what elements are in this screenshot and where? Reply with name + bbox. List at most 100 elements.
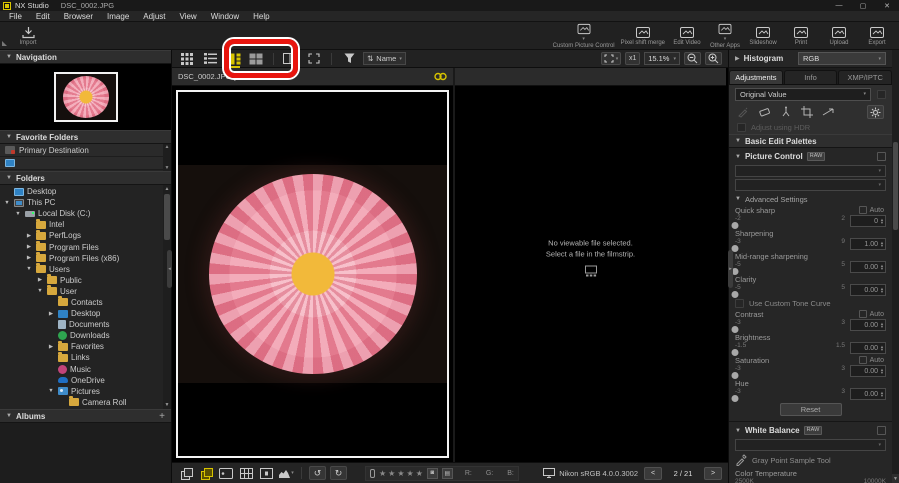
folder-tree-item[interactable]: Desktop <box>0 186 163 197</box>
scroll-up-icon[interactable]: ▲ <box>165 144 170 150</box>
settings-button[interactable] <box>867 105 884 119</box>
slider-value-input[interactable]: 0.00▲▼ <box>850 365 886 377</box>
toolbar-button[interactable]: Slideshow <box>747 23 779 49</box>
tone-curve-checkbox[interactable] <box>735 299 744 308</box>
tree-expander-icon[interactable]: ▼ <box>25 266 33 272</box>
folder-tree-item[interactable]: ▶ Public <box>0 275 163 286</box>
add-album-button[interactable]: + <box>159 411 165 422</box>
scroll-up-icon[interactable]: ▲ <box>163 185 171 193</box>
close-button[interactable]: ✕ <box>875 0 899 11</box>
toolbar-button[interactable]: ▾ Custom Picture Control <box>553 23 615 49</box>
tree-expander-icon[interactable]: ▼ <box>14 211 22 217</box>
scrollbar-thumb[interactable] <box>893 142 898 230</box>
tree-expander-icon[interactable]: ▶ <box>47 344 55 350</box>
star-rating-4[interactable]: ★ <box>407 469 414 478</box>
white-balance-checkbox[interactable] <box>877 426 886 435</box>
folder-tree-item[interactable]: ▶ Program Files (x86) <box>0 253 163 264</box>
compare-split-button[interactable]: ▾ <box>282 52 300 66</box>
slider-handle[interactable] <box>732 291 739 298</box>
navigation-preview[interactable] <box>0 64 171 130</box>
menu-item[interactable]: Image <box>100 11 136 21</box>
slider-value-input[interactable]: 0.00▲▼ <box>850 388 886 400</box>
spinner-icon[interactable]: ▲▼ <box>880 287 884 294</box>
menu-item[interactable]: Window <box>204 11 246 21</box>
slider-value-input[interactable]: 0.00▲▼ <box>850 261 886 273</box>
scrollbar-thumb[interactable] <box>164 194 170 240</box>
folder-tree-item[interactable]: Contacts <box>0 297 163 308</box>
favorite-folder-item[interactable] <box>0 157 171 170</box>
folder-tree-item[interactable]: ▼ Pictures <box>0 386 163 397</box>
folder-tree-item[interactable]: Camera Roll <box>0 397 163 408</box>
show-filmstrip-button[interactable] <box>198 466 214 480</box>
folder-tree-item[interactable]: Links <box>0 352 163 363</box>
scroll-down-icon[interactable]: ▼ <box>163 401 171 409</box>
slider-handle[interactable] <box>732 395 739 402</box>
auto-checkbox[interactable] <box>859 206 867 214</box>
picture-control-header[interactable]: ▼ Picture Control RAW <box>735 150 886 163</box>
folder-tree-item[interactable]: Downloads <box>0 330 163 341</box>
right-panel-collapse-handle[interactable]: ▸ <box>728 250 733 288</box>
straighten-tool-icon[interactable] <box>822 106 835 118</box>
import-button[interactable]: Import <box>12 23 44 49</box>
white-balance-header[interactable]: ▼ White Balance RAW <box>735 424 886 437</box>
folders-header[interactable]: ▼ Folders <box>0 171 171 185</box>
slider-handle[interactable] <box>732 349 739 356</box>
tree-expander-icon[interactable]: ▼ <box>36 288 44 294</box>
focus-point-button[interactable] <box>258 466 274 480</box>
slider-value-input[interactable]: 0.00▲▼ <box>850 284 886 296</box>
folder-tree-item[interactable]: Music <box>0 364 163 375</box>
navigation-header[interactable]: ▼ Navigation <box>0 50 171 64</box>
label-button[interactable]: ▤ <box>442 468 453 479</box>
slider-handle[interactable] <box>732 222 739 229</box>
toolbar-button[interactable]: Pixel shift merge <box>621 23 665 49</box>
eraser-tool-icon[interactable] <box>758 106 771 118</box>
advanced-settings-header[interactable]: ▼ Advanced Settings <box>735 193 886 205</box>
panel-scrollbar[interactable]: ▼ <box>892 50 899 483</box>
toolbar-button[interactable]: Edit Video <box>671 23 703 49</box>
folder-tree-item[interactable]: ▶ PerfLogs <box>0 230 163 241</box>
spinner-icon[interactable]: ▲▼ <box>880 322 884 329</box>
tree-expander-icon[interactable]: ▼ <box>47 388 55 394</box>
reset-button[interactable]: Reset <box>780 403 842 416</box>
rotate-cw-button[interactable]: ↻ <box>330 466 347 480</box>
zoom-level-select[interactable]: 15.1% ▾ <box>644 52 680 65</box>
show-all-thumbnails-button[interactable] <box>178 466 194 480</box>
histogram-header[interactable]: ▶ Histogram RGB ▾ <box>729 50 892 68</box>
tree-expander-icon[interactable]: ▶ <box>47 311 55 317</box>
folders-scrollbar[interactable]: ▲ ▼ <box>163 185 171 409</box>
viewer-canvas-empty[interactable]: No viewable file selected. Select a file… <box>455 86 726 462</box>
spinner-icon[interactable]: ▲▼ <box>880 241 884 248</box>
zoom-100-button[interactable]: x1 <box>625 52 640 65</box>
viewer-canvas[interactable] <box>172 86 453 462</box>
folder-tree-item[interactable]: Documents <box>0 319 163 330</box>
favorites-scrollbar[interactable]: ▲▼ <box>163 144 171 171</box>
auto-checkbox[interactable] <box>859 356 867 364</box>
tree-expander-icon[interactable]: ▶ <box>25 233 33 239</box>
folder-tree-item[interactable]: ▼ User <box>0 286 163 297</box>
link-compare-icon[interactable] <box>434 72 447 81</box>
toolbar-button[interactable]: Export <box>861 23 893 49</box>
menu-item[interactable]: File <box>2 11 29 21</box>
white-balance-select[interactable]: ▾ <box>735 439 886 451</box>
previous-image-button[interactable]: < <box>644 467 662 480</box>
toolbar-button[interactable]: ▾ Other Apps <box>709 23 741 49</box>
viewer-pane-secondary[interactable]: No viewable file selected. Select a file… <box>455 68 726 462</box>
folder-tree-item[interactable]: ▶ Favorites <box>0 341 163 352</box>
slider-handle[interactable] <box>732 326 739 333</box>
tree-expander-icon[interactable]: ▼ <box>3 200 11 206</box>
panel-tab[interactable]: Info <box>784 70 838 84</box>
star-rating-2[interactable]: ★ <box>388 469 395 478</box>
favorite-folders-header[interactable]: ▼ Favorite Folders <box>0 130 171 144</box>
spinner-icon[interactable]: ▲▼ <box>880 391 884 398</box>
menu-item[interactable]: Edit <box>29 11 57 21</box>
folder-tree-item[interactable]: ▶ Desktop <box>0 308 163 319</box>
histogram-overlay-button[interactable]: ▾ <box>278 466 294 480</box>
color-picker-tool-icon[interactable] <box>780 106 792 118</box>
fit-to-screen-button[interactable]: ▾ <box>601 52 622 65</box>
fullscreen-button[interactable] <box>305 52 323 66</box>
retouch-brush-tool-icon[interactable] <box>737 106 749 118</box>
sort-select[interactable]: ⇅ Name ▾ <box>363 52 406 65</box>
favorite-folder-item[interactable]: Primary Destination <box>0 144 171 157</box>
folder-tree-item[interactable]: Intel <box>0 219 163 230</box>
tree-expander-icon[interactable]: ▶ <box>25 255 33 261</box>
